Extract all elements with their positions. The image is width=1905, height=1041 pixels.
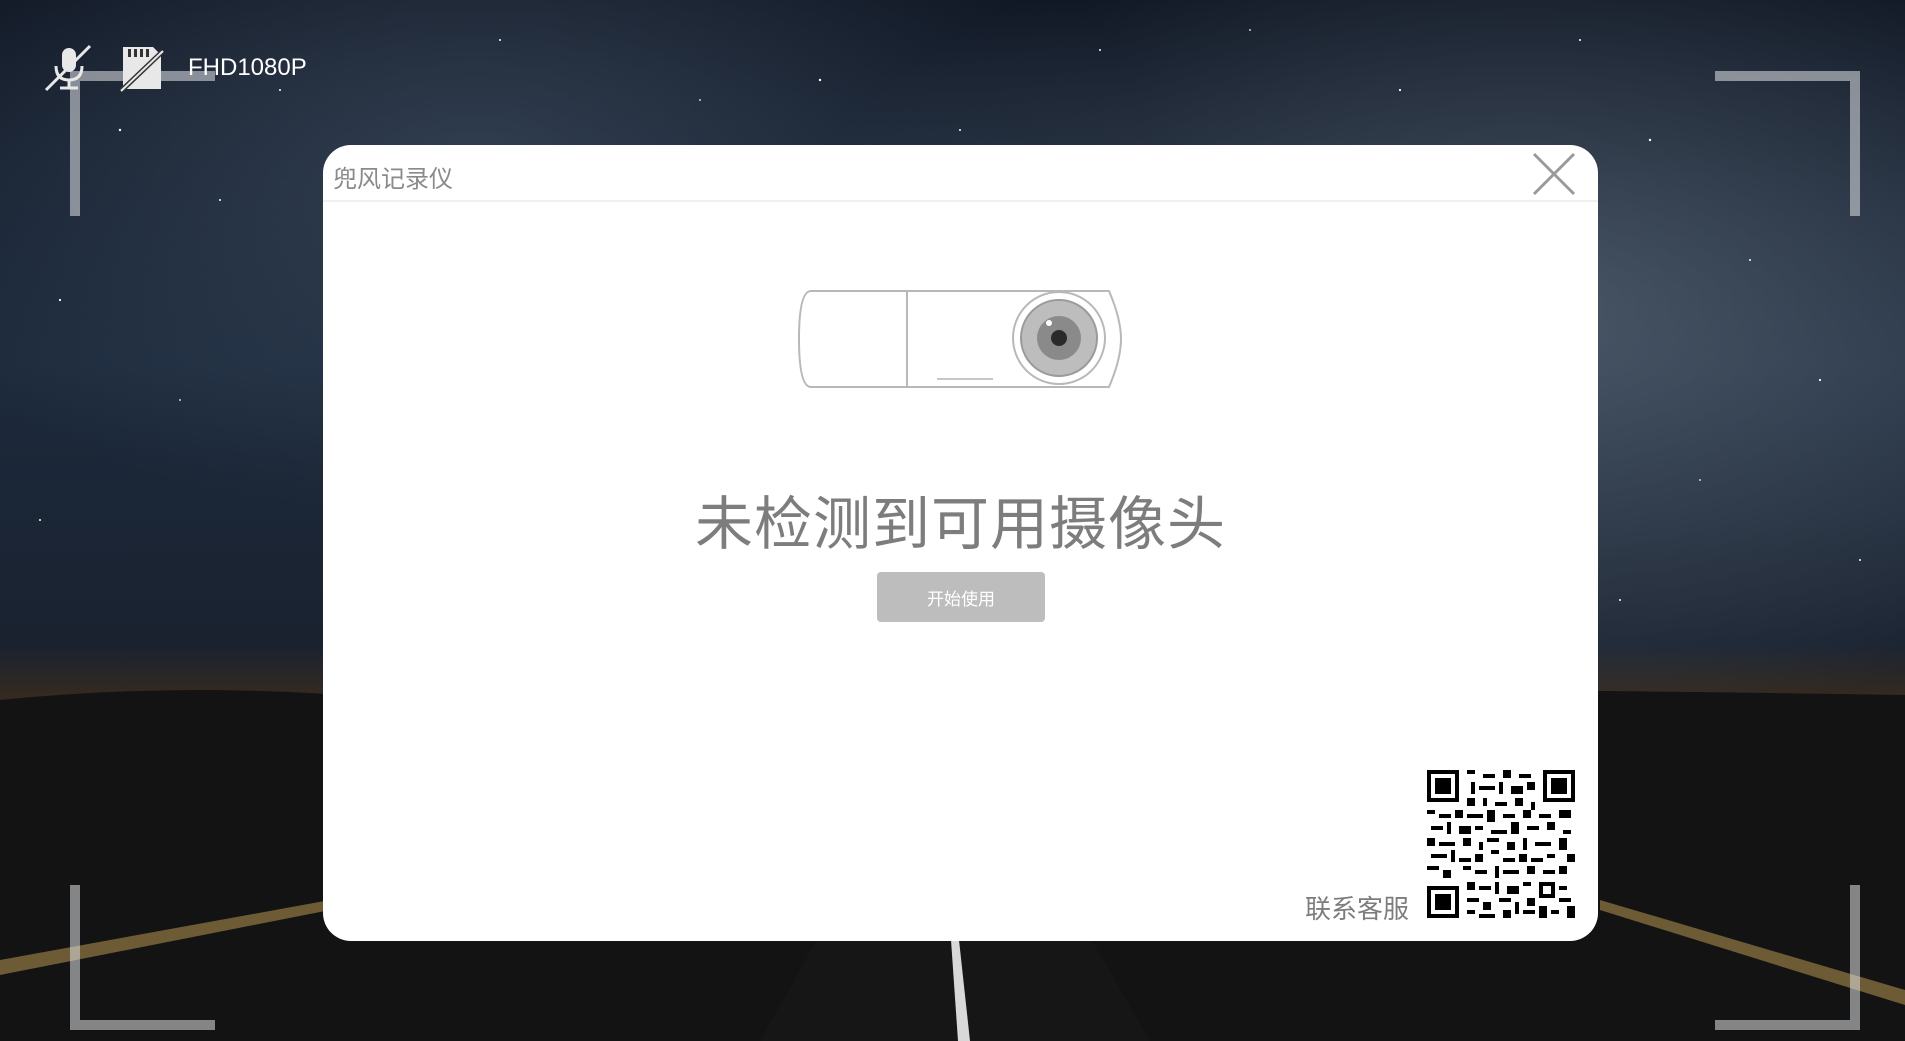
- sd-card-missing-icon[interactable]: [114, 42, 170, 94]
- viewfinder-corner-top-right: [1715, 71, 1860, 216]
- start-button[interactable]: 开始使用: [877, 572, 1045, 622]
- status-bar: FHD1080P: [40, 42, 307, 94]
- dialog-title: 兜风记录仪: [333, 165, 453, 193]
- no-camera-dialog: 兜风记录仪 未检测到可用摄像头 开始使用 联系客服: [323, 145, 1598, 941]
- viewfinder-corner-bottom-right: [1715, 885, 1860, 1030]
- app-screen: FHD1080P 兜风记录仪 未检测到可用摄像头 开始使用 联系客服: [0, 0, 1905, 1041]
- viewfinder-corner-bottom-left: [70, 885, 215, 1030]
- no-camera-message: 未检测到可用摄像头: [694, 490, 1226, 558]
- resolution-label: FHD1080P: [188, 54, 307, 81]
- dialog-header: 兜风记录仪: [323, 145, 1598, 202]
- contact-support-label[interactable]: 联系客服: [1305, 889, 1409, 926]
- close-icon[interactable]: [1530, 150, 1578, 198]
- qr-code-icon: [1427, 770, 1575, 918]
- dashcam-icon: [797, 279, 1127, 399]
- microphone-muted-icon[interactable]: [40, 42, 96, 94]
